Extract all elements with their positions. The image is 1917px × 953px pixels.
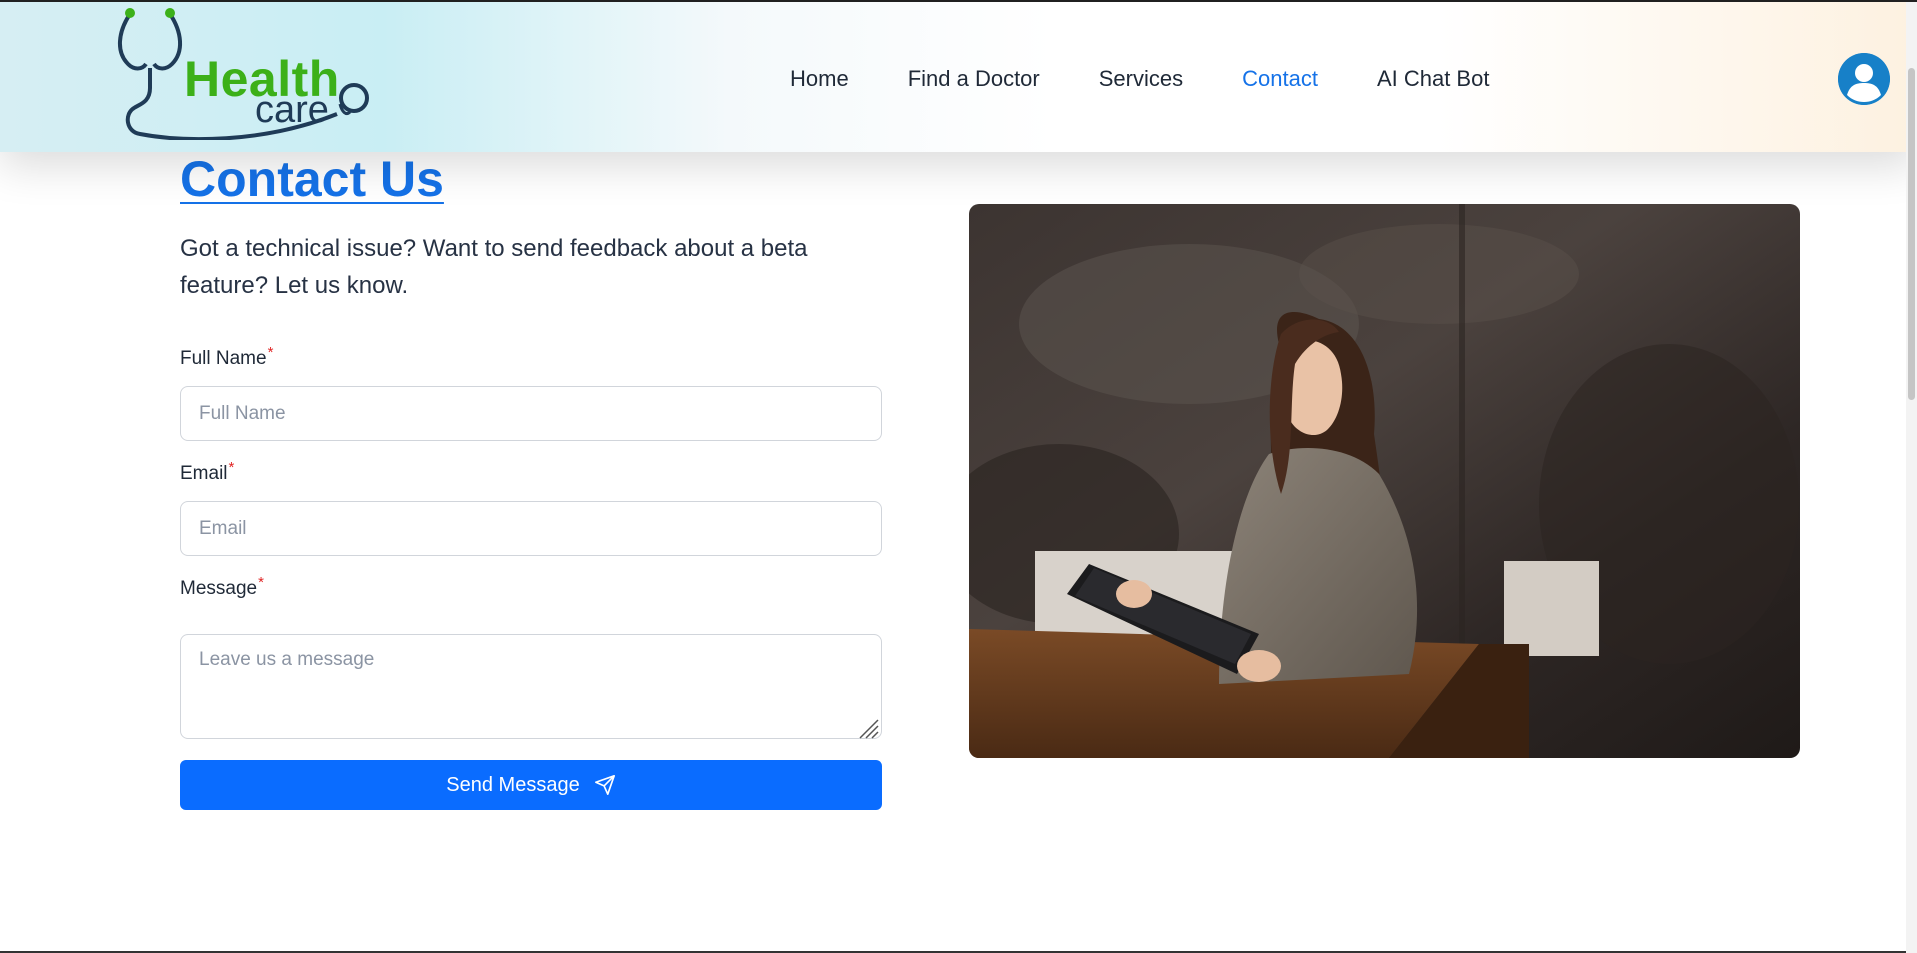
email-label: Email* (180, 459, 234, 485)
site-header: Health care Home Find a Doctor Services … (0, 2, 1917, 152)
page: Health care Home Find a Doctor Services … (0, 0, 1917, 953)
full-name-label: Full Name* (180, 344, 273, 370)
send-message-label: Send Message (446, 773, 580, 796)
resize-handle-icon[interactable] (857, 717, 879, 739)
user-avatar-icon (1838, 53, 1890, 105)
message-label-text: Message (180, 578, 258, 599)
nav-find-a-doctor[interactable]: Find a Doctor (908, 66, 1040, 92)
full-name-label-text: Full Name (180, 348, 267, 369)
logo-text-care: care (255, 89, 329, 131)
message-textarea[interactable] (180, 634, 882, 739)
nav-services[interactable]: Services (1099, 66, 1183, 92)
required-mark: * (267, 344, 274, 361)
nav-ai-chat-bot[interactable]: AI Chat Bot (1377, 66, 1490, 92)
email-input[interactable] (180, 501, 882, 556)
healthcare-logo[interactable]: Health care (112, 4, 374, 142)
paper-plane-icon (594, 775, 615, 795)
nav-home[interactable]: Home (790, 66, 849, 92)
page-title: Contact Us (180, 151, 444, 207)
scrollbar-thumb[interactable] (1908, 68, 1915, 400)
user-avatar-button[interactable] (1838, 53, 1890, 105)
main-nav: Home Find a Doctor Services Contact AI C… (790, 66, 1548, 92)
woman-with-tablet-image (969, 204, 1800, 758)
nav-contact[interactable]: Contact (1242, 66, 1318, 92)
page-scrollbar[interactable] (1906, 2, 1917, 953)
full-name-input[interactable] (180, 386, 882, 441)
page-subtitle: Got a technical issue? Want to send feed… (180, 235, 808, 299)
required-mark: * (228, 459, 235, 476)
message-label: Message* (180, 574, 264, 600)
email-label-text: Email (180, 463, 228, 484)
required-mark: * (258, 574, 264, 591)
send-message-button[interactable]: Send Message (180, 760, 882, 810)
contact-photo (969, 204, 1800, 758)
